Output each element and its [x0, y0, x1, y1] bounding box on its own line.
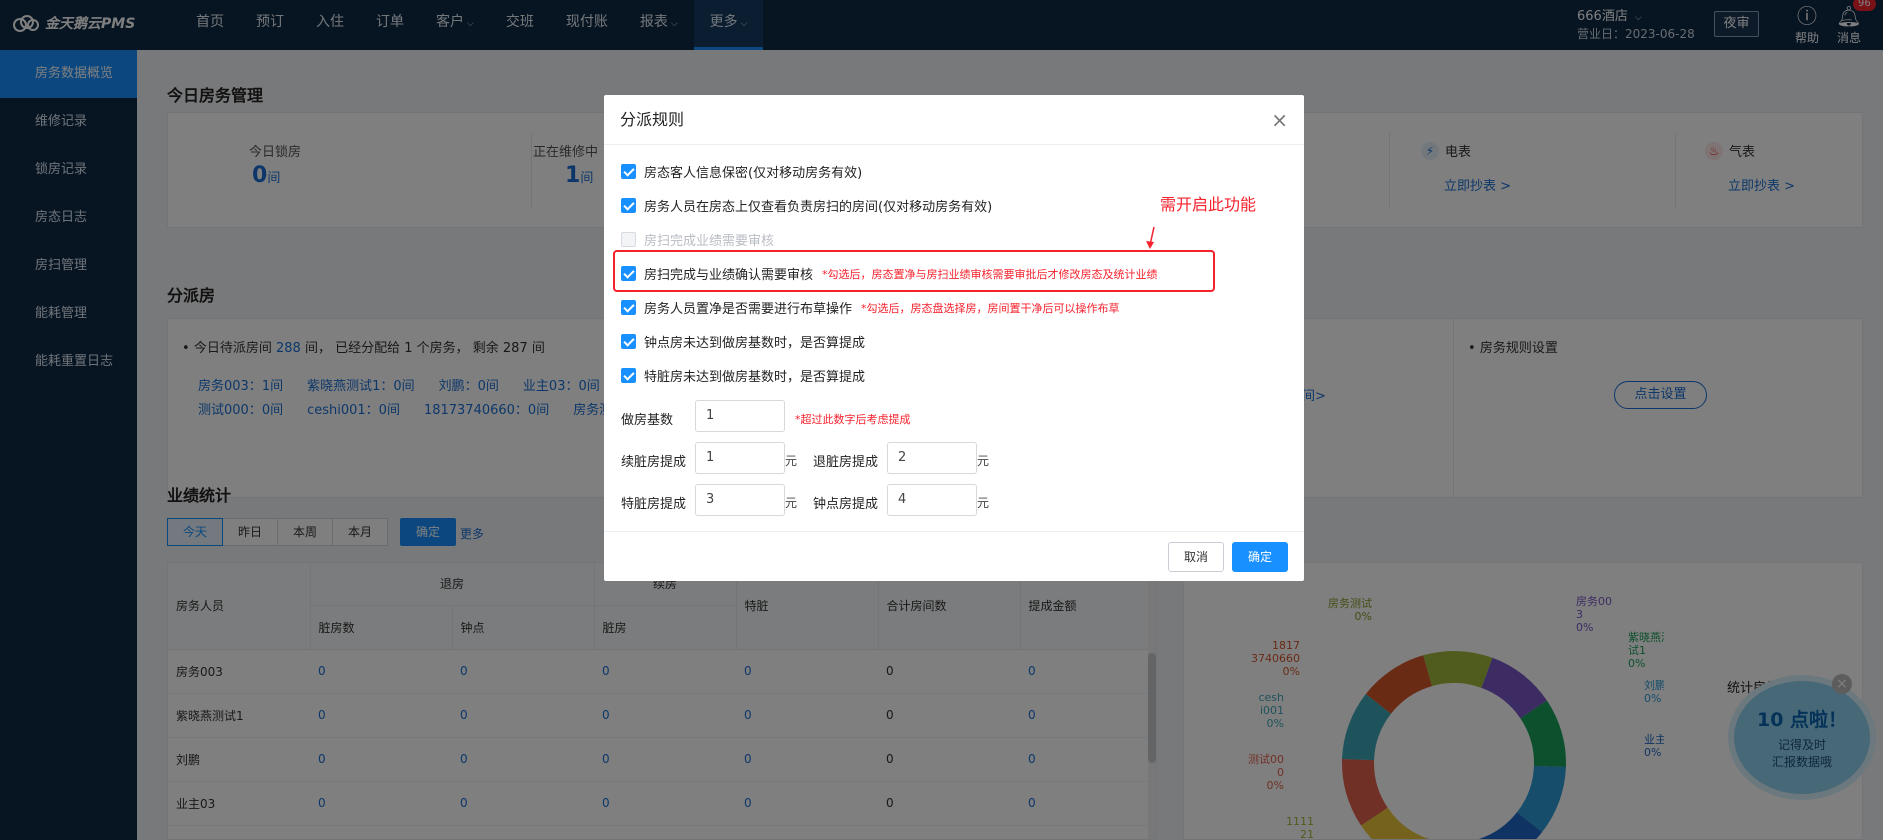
option-note: *勾选后，房态置净与房扫业绩审核需要审批后才修改房态及统计业绩: [822, 267, 1158, 281]
ok-button[interactable]: 确定: [1232, 542, 1288, 572]
option-perf-review[interactable]: 房扫完成业绩需要审核: [621, 230, 774, 249]
arrow-down-icon: [1146, 226, 1155, 249]
option-label: 房扫完成业绩需要审核: [644, 234, 775, 249]
option-label: 房务人员置净是否需要进行布草操作: [644, 302, 853, 317]
unit-yuan: 元: [977, 454, 990, 468]
special-dirty-label: 特脏房提成: [621, 497, 687, 512]
checkbox[interactable]: [621, 164, 636, 179]
option-label: 房扫完成与业绩确认需要审核: [644, 268, 814, 283]
option-clean-and-perf-review[interactable]: 房扫完成与业绩确认需要审核 *勾选后，房态置净与房扫业绩审核需要审批后才修改房态及…: [621, 264, 1158, 283]
cancel-button[interactable]: 取消: [1168, 542, 1224, 572]
clock-room-input[interactable]: 4: [887, 484, 977, 516]
dialog-title: 分派规则: [620, 110, 685, 129]
dialog-header: 分派规则 ×: [604, 95, 1304, 145]
base-count-label: 做房基数: [621, 413, 674, 428]
checkout-dirty-input[interactable]: 2: [887, 442, 977, 474]
checkout-dirty-label: 退脏房提成: [813, 455, 879, 470]
unit-yuan: 元: [785, 496, 798, 510]
annotation-callout: 需开启此功能: [1160, 195, 1257, 214]
dialog-footer: 取消 确定: [604, 531, 1304, 581]
option-label: 房态客人信息保密(仅对移动房务有效): [644, 166, 863, 181]
close-icon[interactable]: ×: [1271, 95, 1288, 145]
checkbox[interactable]: [621, 232, 636, 247]
base-count-input[interactable]: 1: [695, 400, 785, 432]
clock-room-label: 钟点房提成: [813, 497, 879, 512]
option-label: 特脏房未达到做房基数时，是否算提成: [644, 370, 866, 385]
option-own-rooms-only[interactable]: 房务人员在房态上仅查看负责房扫的房间(仅对移动房务有效): [621, 196, 992, 215]
checkbox[interactable]: [621, 334, 636, 349]
checkbox[interactable]: [621, 300, 636, 315]
option-note: *勾选后，房态盘选择房，房间置干净后可以操作布草: [861, 301, 1120, 315]
stay-dirty-label: 续脏房提成: [621, 455, 687, 470]
checkbox[interactable]: [621, 198, 636, 213]
checkbox[interactable]: [621, 266, 636, 281]
option-label: 房务人员在房态上仅查看负责房扫的房间(仅对移动房务有效): [644, 200, 993, 215]
stay-dirty-input[interactable]: 1: [695, 442, 785, 474]
option-label: 钟点房未达到做房基数时，是否算提成: [644, 336, 866, 351]
unit-yuan: 元: [785, 454, 798, 468]
checkbox[interactable]: [621, 368, 636, 383]
dispatch-rules-dialog: 分派规则 × 房态客人信息保密(仅对移动房务有效) 房务人员在房态上仅查看负责房…: [604, 95, 1304, 581]
special-dirty-input[interactable]: 3: [695, 484, 785, 516]
option-guest-privacy[interactable]: 房态客人信息保密(仅对移动房务有效): [621, 162, 862, 181]
option-linen-operation[interactable]: 房务人员置净是否需要进行布草操作 *勾选后，房态盘选择房，房间置干净后可以操作布草: [621, 298, 1120, 317]
base-count-note: *超过此数字后考虑提成: [795, 413, 911, 426]
option-special-commission[interactable]: 特脏房未达到做房基数时，是否算提成: [621, 366, 865, 385]
option-clock-commission[interactable]: 钟点房未达到做房基数时，是否算提成: [621, 332, 865, 351]
unit-yuan: 元: [977, 496, 990, 510]
